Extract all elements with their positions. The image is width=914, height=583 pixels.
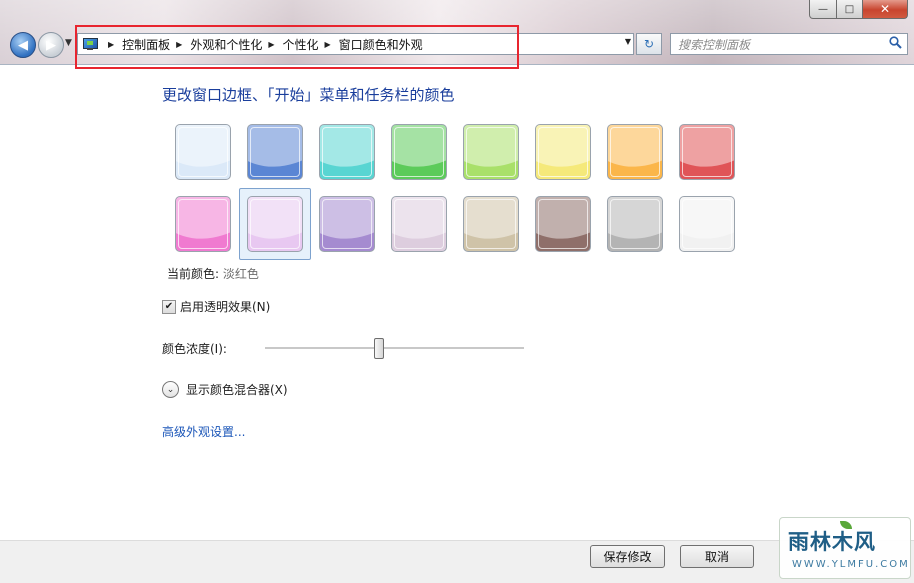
address-dropdown-icon[interactable]: ▼: [625, 37, 631, 46]
maximize-button[interactable]: □: [837, 0, 863, 19]
button-bar: 保存修改 取消: [0, 540, 914, 583]
color-swatch[interactable]: [247, 196, 303, 252]
current-color-value: 淡红色: [222, 267, 259, 281]
color-swatch[interactable]: [679, 196, 735, 252]
checkmark-icon: ✔: [164, 301, 174, 312]
color-swatch[interactable]: [607, 196, 663, 252]
transparency-checkbox[interactable]: ✔: [162, 299, 176, 314]
close-button[interactable]: ✕: [863, 0, 908, 19]
back-arrow-icon: ◀: [18, 37, 28, 53]
color-swatch[interactable]: [247, 124, 303, 180]
color-mixer-toggle[interactable]: ⌄ 显示颜色混合器(X): [162, 381, 288, 398]
back-button[interactable]: ◀: [10, 32, 36, 58]
watermark-title: 雨林木风: [788, 530, 876, 554]
intensity-slider-thumb[interactable]: [374, 338, 384, 359]
transparency-option[interactable]: ✔ 启用透明效果(N): [162, 298, 270, 315]
intensity-label: 颜色浓度(I):: [162, 342, 227, 356]
highlight-annotation: [75, 25, 519, 69]
minimize-button[interactable]: —: [809, 0, 837, 19]
chevron-down-icon[interactable]: ⌄: [162, 381, 179, 398]
search-box[interactable]: 搜索控制面板: [670, 33, 908, 55]
advanced-appearance-link[interactable]: 高级外观设置...: [162, 423, 245, 440]
refresh-icon: ↻: [643, 37, 655, 51]
current-color-label: 当前颜色:: [167, 267, 220, 281]
color-swatch[interactable]: [175, 124, 231, 180]
color-swatch[interactable]: [535, 124, 591, 180]
transparency-label: 启用透明效果(N): [180, 300, 271, 314]
recent-pages-dropdown[interactable]: ▼: [65, 38, 72, 48]
color-swatch[interactable]: [319, 124, 375, 180]
color-swatch[interactable]: [175, 196, 231, 252]
refresh-button[interactable]: ↻: [636, 33, 662, 55]
color-swatch[interactable]: [319, 196, 375, 252]
color-swatch[interactable]: [535, 196, 591, 252]
caption-buttons: — □ ✕: [809, 0, 908, 19]
color-swatch[interactable]: [463, 124, 519, 180]
forward-button[interactable]: ▶: [38, 32, 64, 58]
color-mixer-label: 显示颜色混合器(X): [186, 383, 288, 397]
color-swatch[interactable]: [607, 124, 663, 180]
color-swatch[interactable]: [391, 124, 447, 180]
color-swatch[interactable]: [679, 124, 735, 180]
search-icon[interactable]: [889, 36, 902, 49]
cancel-button[interactable]: 取消: [680, 545, 754, 568]
search-input[interactable]: 搜索控制面板: [678, 36, 750, 53]
color-swatch[interactable]: [463, 196, 519, 252]
forward-arrow-icon: ▶: [46, 37, 56, 53]
color-swatch[interactable]: [391, 196, 447, 252]
page-title: 更改窗口边框、「开始」菜单和任务栏的颜色: [162, 86, 455, 104]
current-color: 当前颜色: 淡红色: [167, 265, 259, 282]
save-changes-button[interactable]: 保存修改: [590, 545, 665, 568]
content-area: 更改窗口边框、「开始」菜单和任务栏的颜色 当前颜色: 淡红色 ✔ 启用透明效果(…: [0, 64, 914, 541]
watermark-url: WWW.YLMFU.COM: [792, 559, 910, 570]
intensity-slider-track[interactable]: [265, 347, 524, 350]
watermark-logo: 雨林木风 WWW.YLMFU.COM: [779, 517, 911, 579]
